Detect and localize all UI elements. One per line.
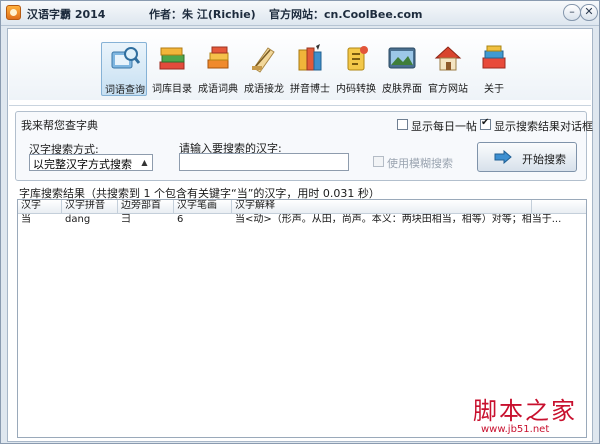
tool-label: 内码转换 <box>336 84 376 95</box>
website-text: 官方网站：cn.CoolBee.com <box>269 8 423 21</box>
fuzzy-search-label: 使用模糊搜索 <box>387 157 453 170</box>
title-bar[interactable]: 汉语字霸 2014 作者：朱 江(Richie) 官方网站：cn.CoolBee… <box>1 1 599 26</box>
start-search-label: 开始搜索 <box>522 153 566 166</box>
search-input[interactable] <box>179 153 349 171</box>
pinyin-icon <box>298 44 322 71</box>
about-icon <box>482 45 506 69</box>
show-daily-label: 显示每日一帖 <box>411 120 477 133</box>
column-header[interactable]: 汉字笔画 <box>174 200 232 213</box>
search-panel-title: 我来帮您查字典 <box>21 119 98 132</box>
app-logo-icon <box>6 5 21 20</box>
table-row[interactable]: 当 dang 彐 6 当<动>（形声。从田，尚声。本义：两块田相当，相等）对等；… <box>18 214 586 227</box>
tool-code-convert[interactable]: 内码转换 <box>333 42 379 96</box>
main-toolbar: 词语查询 词库目录 成语词典 成语接龙 拼音博士 内码转换 皮肤界面 官方网站 … <box>9 30 591 100</box>
fuzzy-search-checkbox[interactable] <box>373 156 384 167</box>
tool-word-search[interactable]: 词语查询 <box>101 42 147 96</box>
chevron-down-icon: ▲ <box>141 158 148 167</box>
tool-label: 成语词典 <box>198 84 238 95</box>
tool-label: 皮肤界面 <box>382 84 422 95</box>
convert-icon <box>347 46 368 71</box>
tool-label: 拼音博士 <box>290 84 330 95</box>
start-search-button[interactable]: 开始搜索 <box>477 142 577 172</box>
tool-idiom-chain[interactable]: 成语接龙 <box>241 42 287 96</box>
tool-label: 词库目录 <box>152 84 192 95</box>
book-magnifier-icon <box>111 47 141 69</box>
tool-label: 官方网站 <box>428 84 468 95</box>
author-text: 作者：朱 江(Richie) <box>149 8 256 21</box>
skin-icon <box>388 47 416 69</box>
show-result-dialog-label: 显示搜索结果对话框 <box>494 120 593 133</box>
dragon-chain-icon <box>252 47 275 73</box>
app-window: 汉语字霸 2014 作者：朱 江(Richie) 官方网站：cn.CoolBee… <box>0 0 600 444</box>
search-mode-select[interactable]: 以完整汉字方式搜索 ▲ <box>29 154 153 171</box>
app-title: 汉语字霸 2014 <box>27 8 106 21</box>
cell-strokes: 6 <box>177 214 184 225</box>
watermark-title: 脚本之家 <box>473 397 577 425</box>
tool-skin-interface[interactable]: 皮肤界面 <box>379 42 425 96</box>
watermark-url: www.jb51.net <box>481 424 550 435</box>
cell-radical: 彐 <box>121 214 131 225</box>
toolbar-divider <box>9 105 591 106</box>
tool-pinyin-doctor[interactable]: 拼音博士 <box>287 42 333 96</box>
site-watermark: 脚本之家 www.jb51.net <box>471 391 591 439</box>
tool-label: 词语查询 <box>105 85 145 96</box>
close-button[interactable]: ✕ <box>580 4 598 21</box>
minimize-button[interactable]: – <box>563 4 581 21</box>
tool-official-site[interactable]: 官方网站 <box>425 42 471 96</box>
column-header[interactable]: 汉字 <box>18 200 62 213</box>
show-daily-checkbox[interactable] <box>397 119 408 130</box>
cell-char: 当 <box>21 214 31 225</box>
tool-idiom-dictionary[interactable]: 成语词典 <box>195 42 241 96</box>
column-header[interactable]: 边旁部首 <box>118 200 174 213</box>
stacked-books-icon <box>159 47 185 70</box>
table-header: 汉字 汉字拼音 边旁部首 汉字笔画 汉字解释 <box>18 200 586 214</box>
column-header[interactable]: 汉字拼音 <box>62 200 118 213</box>
tool-word-library[interactable]: 词库目录 <box>149 42 195 96</box>
tool-about[interactable]: 关于 <box>471 42 517 96</box>
cell-pinyin: dang <box>65 214 91 225</box>
show-result-dialog-checkbox[interactable] <box>480 117 491 130</box>
dictionary-icon <box>207 46 229 69</box>
arrow-right-icon <box>494 150 512 164</box>
tool-label: 关于 <box>484 84 504 95</box>
tool-label: 成语接龙 <box>244 84 284 95</box>
home-icon <box>434 46 462 71</box>
column-header[interactable]: 汉字解释 <box>232 200 532 213</box>
search-mode-value: 以完整汉字方式搜索 <box>33 158 132 171</box>
cell-explanation: 当<动>（形声。从田，尚声。本义：两块田相当，相等）对等；相当于... <box>235 214 562 225</box>
